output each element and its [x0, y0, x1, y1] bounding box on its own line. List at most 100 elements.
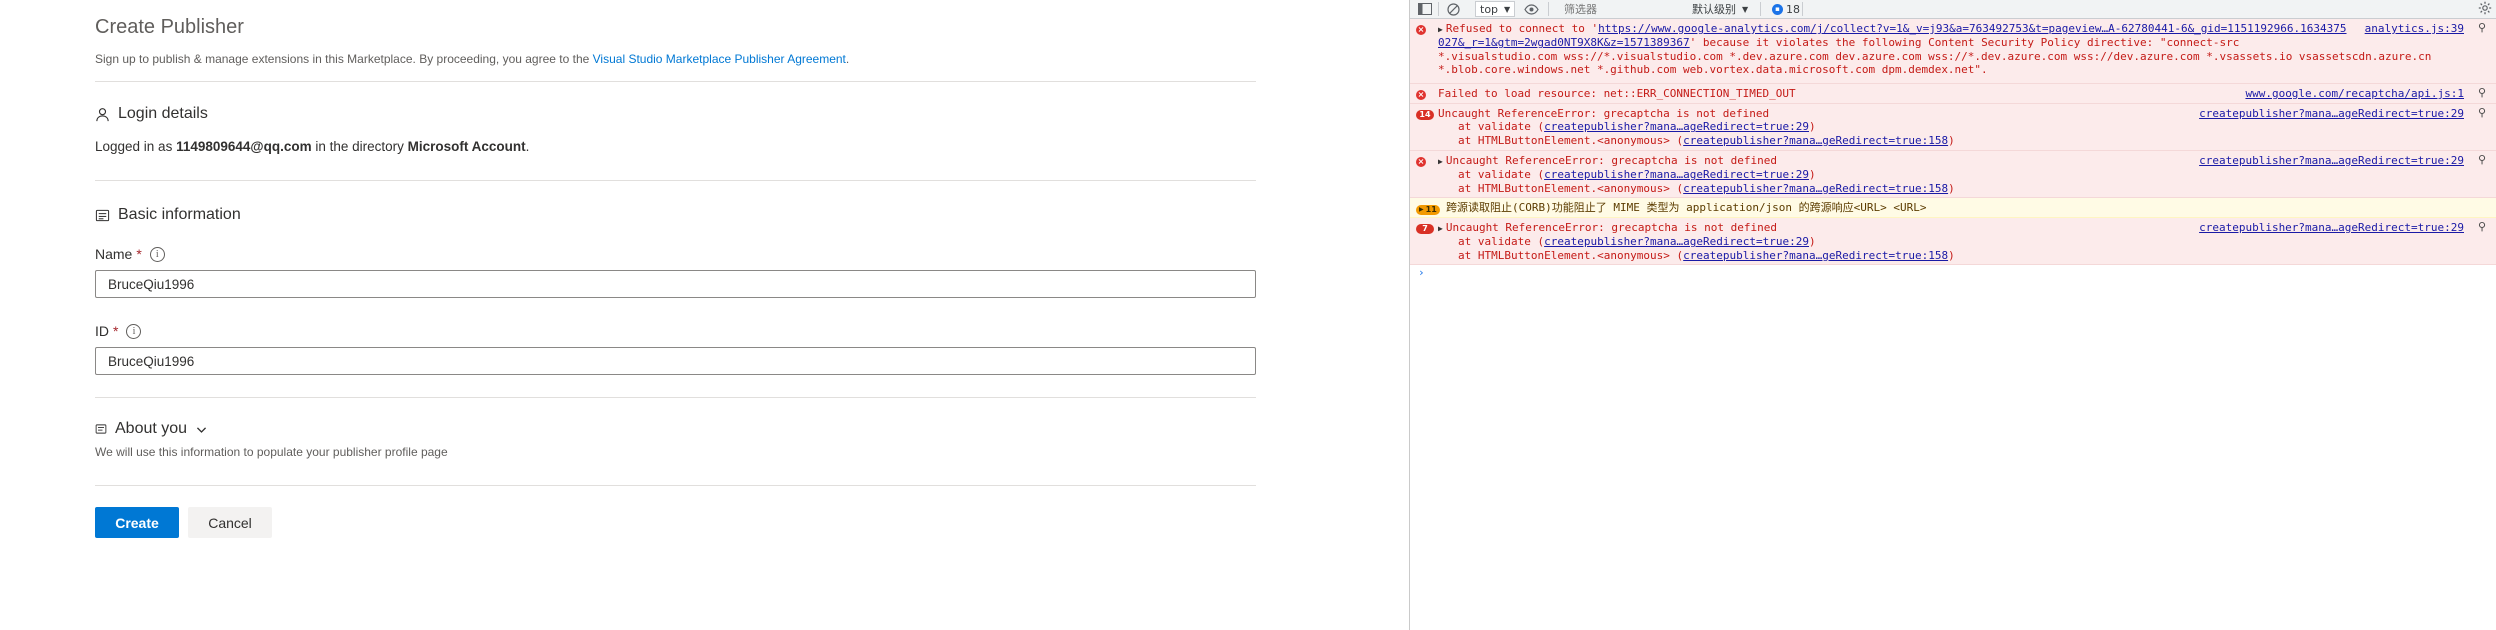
trace-text: at validate (: [1458, 168, 1545, 182]
trace-link[interactable]: createpublisher?mana…ageRedirect=true:29: [1544, 235, 1809, 248]
publisher-agreement-link[interactable]: Visual Studio Marketplace Publisher Agre…: [593, 52, 846, 66]
info-icon[interactable]: i: [126, 323, 142, 339]
basic-info-heading: Basic information: [95, 206, 241, 224]
message-icon: ▪: [1772, 3, 1783, 15]
console-message: ▶ Refused to connect to 'https://www.goog…: [1410, 19, 2496, 80]
msg-text: Uncaught ReferenceError: grecaptcha is n…: [1445, 221, 1777, 234]
context-selector[interactable]: top ▼: [1475, 1, 1515, 17]
page-subtitle: Sign up to publish & manage extensions i…: [95, 52, 849, 66]
about-you-description: We will use this information to populate…: [95, 445, 448, 459]
error-icon: ×: [1416, 89, 1426, 100]
trace-link[interactable]: createpublisher?mana…geRedirect=true:158: [1683, 134, 1948, 147]
id-label-text: ID: [95, 323, 109, 339]
console-toolbar: top ▼ 默认级别 ▼ ▪18: [1410, 0, 2496, 19]
console-warning-row[interactable]: ▶ 11 跨源读取阻止(CORB)功能阻止了 MIME 类型为 applicati…: [1410, 198, 2496, 218]
login-email: 1149809644@qq.com: [176, 139, 312, 154]
trace-text: at HTMLButtonElement.<anonymous> (: [1458, 181, 1684, 195]
profile-card-icon: [95, 424, 107, 434]
message-source-link[interactable]: createpublisher?mana…ageRedirect=true:29: [2199, 107, 2464, 120]
login-details-title: Login details: [118, 105, 208, 122]
console-error-row[interactable]: × ▶ Refused to connect to 'https://www.go…: [1410, 19, 2496, 84]
clear-console-icon[interactable]: [1447, 1, 1460, 17]
info-icon[interactable]: i: [149, 246, 165, 262]
devtools-panel: top▼ 默认级别 ▼ ▪18 × ▶Refused to connect to …: [1410, 0, 2496, 630]
trace-link[interactable]: createpublisher?mana…ageRedirect=true:29: [1544, 168, 1809, 181]
form-icon: [95, 209, 110, 221]
message-source-link[interactable]: createpublisher?mana…ageRedirect=true:29: [2199, 154, 2464, 167]
toolbar-separator: [1548, 2, 1549, 16]
trace-text: at validate (: [1458, 120, 1545, 134]
magnifier-icon[interactable]: ⚲: [2478, 220, 2486, 233]
divider: [95, 485, 1256, 486]
msg-link[interactable]: 027&_r=1&gtm=2wgad0NT9X8K&z=1571389367: [1438, 36, 1690, 49]
required-marker: *: [136, 246, 142, 262]
about-you-toggle[interactable]: About you: [95, 420, 208, 438]
expand-triangle-icon[interactable]: ▶: [1438, 222, 1443, 235]
error-icon: ×: [1416, 24, 1426, 35]
toolbar-separator: [1438, 2, 1439, 16]
trace-text: ): [1948, 133, 1955, 147]
expand-triangle-icon[interactable]: ▶: [1438, 155, 1443, 168]
page-title: Create Publisher: [95, 16, 244, 38]
console-messages: × ▶ Refused to connect to 'https://www.go…: [1410, 19, 2496, 281]
login-text-mid: in the directory: [311, 139, 408, 154]
basic-info-title: Basic information: [118, 206, 241, 223]
chevron-down-icon: [197, 426, 207, 433]
divider: [95, 81, 1256, 82]
trace-text: at HTMLButtonElement.<anonymous> (: [1458, 248, 1684, 262]
console-prompt[interactable]: ›: [1418, 266, 1425, 279]
login-details-heading: Login details: [95, 105, 208, 123]
magnifier-icon[interactable]: ⚲: [2478, 86, 2486, 99]
login-text-pre: Logged in as: [95, 139, 177, 154]
trace-text: ): [1809, 120, 1816, 134]
sidebar-toggle-icon[interactable]: [1418, 1, 1432, 17]
msg-text: *.blob.core.windows.net *.github.com web…: [1438, 63, 1988, 77]
trace-text: ): [1809, 168, 1816, 182]
issues-counter[interactable]: ▪ 18: [1768, 1, 1800, 17]
trace-link[interactable]: createpublisher?mana…ageRedirect=true:29: [1544, 120, 1809, 133]
dropdown-triangle-icon: ▼: [1742, 4, 1749, 14]
magnifier-icon[interactable]: ⚲: [2478, 106, 2486, 119]
required-marker: *: [113, 323, 119, 339]
marketplace-page: Create Publisher Sign up to publish & ma…: [0, 0, 1409, 630]
magnifier-icon[interactable]: ⚲: [2478, 21, 2486, 34]
log-level-selector[interactable]: 默认级别 ▼: [1688, 1, 1748, 17]
expand-triangle-icon[interactable]: ▶: [1419, 203, 1424, 216]
message-source-link[interactable]: www.google.com/recaptcha/api.js:1: [2245, 87, 2464, 100]
log-level-value: 默认级别: [1692, 3, 1736, 16]
name-input[interactable]: [95, 270, 1256, 298]
magnifier-icon[interactable]: ⚲: [2478, 153, 2486, 166]
msg-text: ' because it violates the following Cont…: [1689, 36, 2240, 50]
console-prompt-row[interactable]: ›: [1410, 265, 2496, 281]
msg-text: *.visualstudio.com wss://*.visualstudio.…: [1438, 49, 2432, 63]
console-error-row[interactable]: × Failed to load resource: net::ERR_CONN…: [1410, 84, 2496, 104]
trace-link[interactable]: createpublisher?mana…geRedirect=true:158: [1683, 249, 1948, 262]
login-info: Logged in as 1149809644@qq.com in the di…: [95, 139, 529, 154]
id-input[interactable]: [95, 347, 1256, 375]
name-label-text: Name: [95, 246, 133, 262]
cancel-button[interactable]: Cancel: [188, 507, 272, 538]
expand-triangle-icon[interactable]: ▶: [1438, 23, 1443, 36]
trace-link[interactable]: createpublisher?mana…geRedirect=true:158: [1683, 182, 1948, 195]
repeat-count-badge: 7: [1416, 223, 1434, 234]
message-source-link[interactable]: analytics.js:39: [2365, 22, 2464, 35]
console-error-row[interactable]: 7 ▶ Uncaught ReferenceError: grecaptcha i…: [1410, 218, 2496, 265]
filter-input[interactable]: [1558, 1, 1686, 19]
console-error-row[interactable]: 14 Uncaught ReferenceError: grecaptcha i…: [1410, 104, 2496, 151]
trace-text: at HTMLButtonElement.<anonymous> (: [1458, 133, 1684, 147]
message-source-link[interactable]: createpublisher?mana…ageRedirect=true:29: [2199, 221, 2464, 234]
live-expression-eye-icon[interactable]: [1524, 1, 1539, 17]
subtitle-end: .: [845, 52, 850, 66]
console-error-row[interactable]: × ▶ Uncaught ReferenceError: grecaptcha i…: [1410, 151, 2496, 198]
login-directory: Microsoft Account: [407, 139, 526, 154]
about-you-title: About you: [115, 420, 188, 437]
name-label: Name * i: [95, 246, 165, 262]
toolbar-separator: [1760, 2, 1761, 16]
create-button[interactable]: Create: [95, 507, 179, 538]
gear-icon[interactable]: [2478, 1, 2492, 18]
trace-text: ): [1948, 181, 1955, 195]
issues-count: 18: [1786, 2, 1800, 16]
id-label: ID * i: [95, 323, 142, 339]
msg-link[interactable]: https://www.google-analytics.com/j/colle…: [1598, 22, 2346, 35]
trace-text: ): [1809, 235, 1816, 249]
